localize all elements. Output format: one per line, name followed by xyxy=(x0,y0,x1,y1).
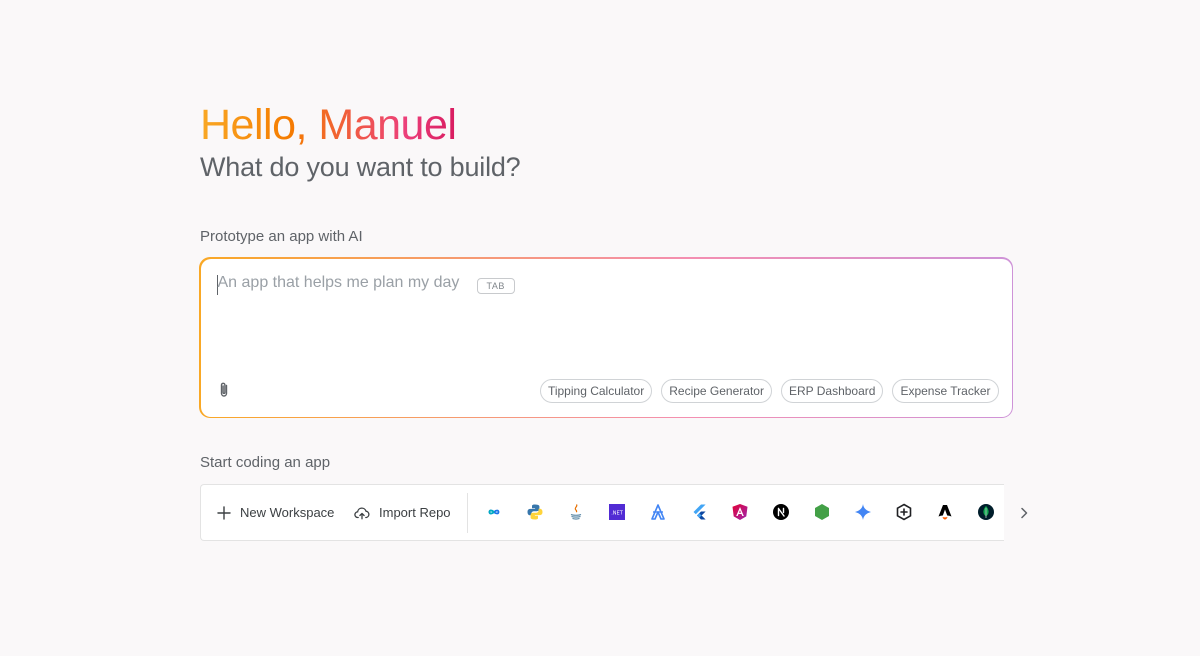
import-repo-label: Import Repo xyxy=(379,505,451,520)
chip-tipping-calculator[interactable]: Tipping Calculator xyxy=(539,378,653,403)
divider xyxy=(467,493,468,533)
prompt-input[interactable]: An app that helps me plan my day TAB Tip… xyxy=(200,258,1012,417)
angular-icon[interactable] xyxy=(730,502,750,522)
suggestion-chips: Tipping Calculator Recipe Generator ERP … xyxy=(539,378,999,403)
chip-erp-dashboard[interactable]: ERP Dashboard xyxy=(780,378,884,403)
chip-recipe-generator[interactable]: Recipe Generator xyxy=(661,378,772,403)
prompt-box-border: An app that helps me plan my day TAB Tip… xyxy=(199,257,1013,418)
paperclip-icon[interactable] xyxy=(217,381,231,399)
plus-icon xyxy=(217,505,231,520)
page: Hello, Manuel What do you want to build?… xyxy=(0,0,1200,656)
java-icon[interactable] xyxy=(566,502,586,522)
flutter-icon[interactable] xyxy=(689,502,709,522)
astro-icon[interactable] xyxy=(648,502,668,522)
greeting-heading: Hello, Manuel xyxy=(200,101,457,149)
astro-logo-icon[interactable] xyxy=(935,502,955,522)
prompt-placeholder: An app that helps me plan my day xyxy=(217,273,460,291)
new-workspace-button[interactable]: New Workspace xyxy=(217,485,334,540)
hexagon-plus-icon[interactable] xyxy=(894,502,914,522)
chip-expense-tracker[interactable]: Expense Tracker xyxy=(892,378,999,403)
dotnet-icon[interactable]: .NET xyxy=(607,502,627,522)
gemini-icon[interactable] xyxy=(853,502,873,522)
prototype-section-label: Prototype an app with AI xyxy=(200,228,363,245)
template-bar: New Workspace Import Repo .NET xyxy=(200,484,1004,541)
new-workspace-label: New Workspace xyxy=(240,505,335,520)
tab-key-hint: TAB xyxy=(476,277,515,294)
python-icon[interactable] xyxy=(525,502,545,522)
import-repo-button[interactable]: Import Repo xyxy=(354,485,451,540)
nextjs-icon[interactable] xyxy=(771,502,791,522)
nodejs-icon[interactable] xyxy=(812,502,832,522)
cloud-upload-icon xyxy=(354,506,370,519)
mongodb-icon[interactable] xyxy=(976,502,996,522)
coding-section-label: Start coding an app xyxy=(200,454,331,471)
page-subtitle: What do you want to build? xyxy=(200,152,521,182)
infinity-icon[interactable] xyxy=(484,502,504,522)
chevron-right-icon[interactable] xyxy=(1016,503,1032,523)
svg-text:.NET: .NET xyxy=(611,511,623,517)
